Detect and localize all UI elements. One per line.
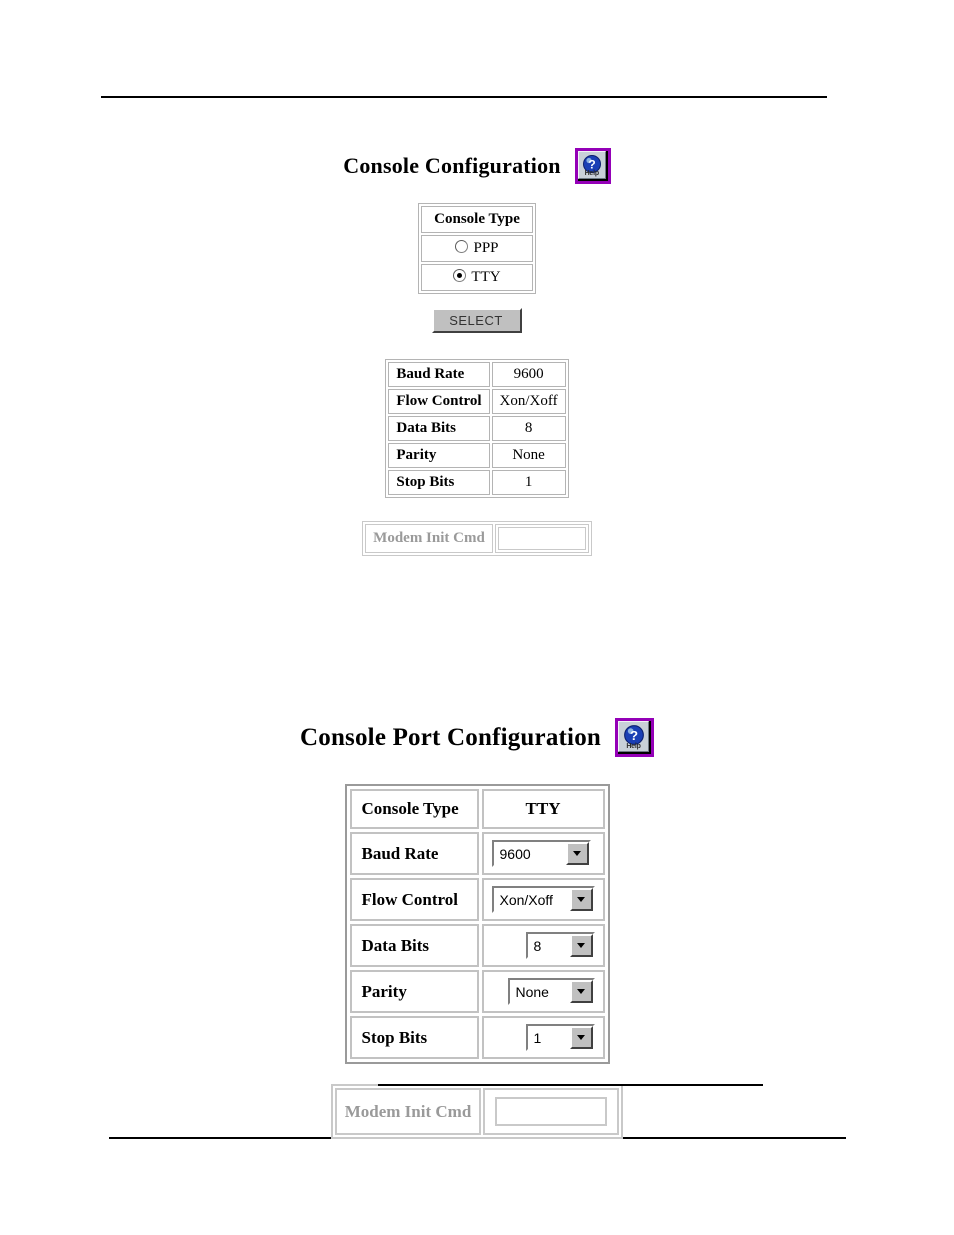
help-button-face: ? Help <box>577 151 606 179</box>
parity-label: Parity <box>349 970 479 1013</box>
chevron-down-icon[interactable] <box>569 1026 593 1049</box>
data-bits-dropdown-value: 8 <box>527 934 570 957</box>
svg-text:?: ? <box>629 728 637 743</box>
baud-rate-dropdown-value: 9600 <box>493 842 566 865</box>
console-configuration-section: Console Configuration ? Help Console Typ… <box>0 148 954 556</box>
modem-init-cmd-label: Modem Init Cmd <box>334 1088 482 1135</box>
console-type-header: Console Type <box>421 206 533 233</box>
data-bits-label: Data Bits <box>349 924 479 967</box>
console-type-label: Console Type <box>349 789 479 829</box>
table-row: TTY <box>421 264 533 291</box>
modem-init-cmd-cell <box>483 1088 620 1135</box>
radio-tty[interactable] <box>453 269 467 282</box>
chevron-down-icon[interactable] <box>569 934 593 957</box>
data-bits-label: Data Bits <box>388 416 490 441</box>
help-button-label: Help <box>584 170 600 177</box>
help-button[interactable]: ? Help <box>574 148 611 184</box>
table-row: Modem Init Cmd <box>334 1088 620 1135</box>
stop-bits-value: 1 <box>491 470 566 495</box>
table-row: Baud Rate 9600 <box>349 832 605 875</box>
select-button[interactable]: SELECT <box>432 308 522 333</box>
data-bits-cell: 8 <box>481 924 605 967</box>
console-type-option-ppp-label: PPP <box>473 240 499 256</box>
modem-init-cmd-row: Modem Init Cmd <box>0 1084 954 1139</box>
baud-rate-value: 9600 <box>491 362 566 387</box>
stop-bits-dropdown-value: 1 <box>527 1026 570 1049</box>
section-divider-rule <box>378 1084 763 1086</box>
table-row: Data Bits 8 <box>388 416 566 441</box>
modem-init-cmd-table: Modem Init Cmd <box>330 1084 624 1139</box>
chevron-down-icon[interactable] <box>569 980 593 1003</box>
page-title: Console Port Configuration <box>299 723 602 751</box>
table-row: Data Bits 8 <box>349 924 605 967</box>
baud-rate-label: Baud Rate <box>349 832 479 875</box>
table-row: Flow Control Xon/Xoff <box>349 878 605 921</box>
table-row: PPP <box>421 235 533 262</box>
select-button-row: SELECT <box>0 308 954 333</box>
chevron-down-icon[interactable] <box>565 842 589 865</box>
modem-init-cmd-row: Modem Init Cmd <box>0 521 954 556</box>
modem-init-cmd-label: Modem Init Cmd <box>365 524 493 553</box>
table-row: Stop Bits 1 <box>349 1016 605 1059</box>
baud-rate-label: Baud Rate <box>388 362 490 387</box>
parity-dropdown-value: None <box>509 980 570 1003</box>
table-row: Baud Rate 9600 <box>388 362 566 387</box>
help-button[interactable]: ? Help <box>615 718 655 757</box>
flow-control-dropdown[interactable]: Xon/Xoff <box>491 886 595 913</box>
baud-rate-cell: 9600 <box>481 832 605 875</box>
help-button-label: Help <box>626 743 641 750</box>
baud-rate-dropdown[interactable]: 9600 <box>491 840 591 867</box>
modem-init-cmd-input[interactable] <box>497 527 586 550</box>
parity-cell: None <box>481 970 605 1013</box>
help-button-face: ? Help <box>618 721 650 752</box>
flow-control-value: Xon/Xoff <box>491 389 566 414</box>
table-row-header: Console Type <box>421 206 533 233</box>
data-bits-dropdown[interactable]: 8 <box>525 932 595 959</box>
table-row: Modem Init Cmd <box>365 524 589 553</box>
page-header-rule <box>101 96 827 98</box>
modem-init-cmd-cell <box>494 524 589 553</box>
chevron-down-icon[interactable] <box>569 888 593 911</box>
console-type-table: Console Type PPP TTY <box>418 203 536 294</box>
table-row: Parity None <box>349 970 605 1013</box>
table-row: Parity None <box>388 443 566 468</box>
table-row: Stop Bits 1 <box>388 470 566 495</box>
modem-init-cmd-table: Modem Init Cmd <box>362 521 592 556</box>
parity-dropdown[interactable]: None <box>507 978 595 1005</box>
page-title: Console Configuration <box>343 153 561 178</box>
flow-control-cell: Xon/Xoff <box>481 878 605 921</box>
stop-bits-label: Stop Bits <box>388 470 490 495</box>
console-type-option-tty-label: TTY <box>471 269 501 285</box>
console-type-option-ppp[interactable]: PPP <box>421 235 533 262</box>
console-configuration-title-row: Console Configuration ? Help <box>0 148 954 184</box>
flow-control-label: Flow Control <box>388 389 490 414</box>
stop-bits-dropdown[interactable]: 1 <box>525 1024 595 1051</box>
table-row: Flow Control Xon/Xoff <box>388 389 566 414</box>
stop-bits-label: Stop Bits <box>349 1016 479 1059</box>
modem-init-cmd-input[interactable] <box>495 1097 608 1126</box>
console-port-settings-table: Console Type TTY Baud Rate 9600 Flow Con… <box>344 784 610 1064</box>
console-settings-table: Baud Rate 9600 Flow Control Xon/Xoff Dat… <box>385 359 569 498</box>
console-type-value: TTY <box>481 789 605 829</box>
data-bits-value: 8 <box>491 416 566 441</box>
flow-control-label: Flow Control <box>349 878 479 921</box>
table-row: Console Type TTY <box>349 789 605 829</box>
parity-value: None <box>491 443 566 468</box>
stop-bits-cell: 1 <box>481 1016 605 1059</box>
console-port-configuration-section: Console Port Configuration ? Help Consol… <box>0 718 954 1139</box>
console-port-configuration-title-row: Console Port Configuration ? Help <box>0 718 954 757</box>
radio-ppp[interactable] <box>455 240 469 253</box>
flow-control-dropdown-value: Xon/Xoff <box>493 888 570 911</box>
parity-label: Parity <box>388 443 490 468</box>
console-type-option-tty[interactable]: TTY <box>421 264 533 291</box>
